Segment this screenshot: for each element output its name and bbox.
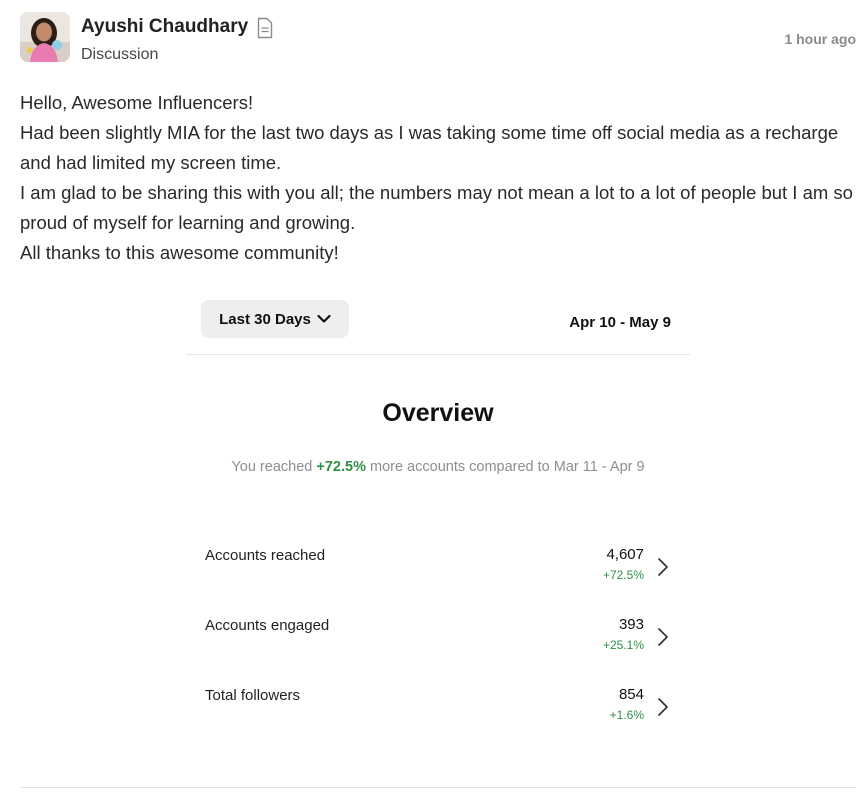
- metric-change: +25.1%: [602, 638, 644, 652]
- metric-change: +1.6%: [609, 708, 644, 722]
- post-header: Ayushi Chaudhary Discussion 1 hour ago: [20, 12, 856, 66]
- author-name[interactable]: Ayushi Chaudhary: [81, 16, 248, 38]
- metric-value: 854: [618, 686, 644, 703]
- chevron-down-icon: [317, 314, 331, 323]
- reach-comparison-note: You reached +72.5% more accounts compare…: [224, 457, 652, 477]
- overview-title: Overview: [382, 399, 494, 427]
- metric-label: Total followers: [205, 687, 301, 704]
- insights-screenshot: Last 30 Days Apr 10 - May 9 Overview You…: [186, 298, 690, 738]
- post-body: Hello, Awesome Influencers! Had been sli…: [20, 88, 856, 268]
- divider: [186, 354, 690, 355]
- metric-row-accounts-reached[interactable]: Accounts reached 4,607 +72.5%: [205, 546, 671, 590]
- reach-note-suffix: more accounts compared to Mar 11 - Apr 9: [365, 459, 645, 475]
- reach-note-prefix: You reached: [231, 459, 317, 475]
- post-paragraph: All thanks to this awesome community!: [20, 242, 339, 263]
- post-paragraph: Had been slightly MIA for the last two d…: [20, 122, 839, 173]
- post-paragraph: I am glad to be sharing this with you al…: [20, 182, 853, 233]
- period-label: Last 30 Days: [219, 310, 311, 328]
- post-timestamp: 1 hour ago: [784, 31, 856, 47]
- document-icon: [257, 17, 273, 39]
- metric-change: +72.5%: [602, 568, 644, 582]
- period-dropdown[interactable]: Last 30 Days: [201, 300, 349, 338]
- avatar[interactable]: [20, 12, 70, 62]
- post-category[interactable]: Discussion: [81, 46, 158, 64]
- chevron-right-icon: [658, 558, 668, 576]
- metric-row-total-followers[interactable]: Total followers 854 +1.6%: [205, 686, 671, 730]
- post-bottom-divider: [20, 787, 856, 788]
- chevron-right-icon: [658, 698, 668, 716]
- metric-value: 393: [618, 616, 644, 633]
- metric-value: 4,607: [606, 546, 644, 563]
- metric-label: Accounts engaged: [205, 617, 330, 634]
- chevron-right-icon: [658, 628, 668, 646]
- metric-row-accounts-engaged[interactable]: Accounts engaged 393 +25.1%: [205, 616, 671, 660]
- date-range: Apr 10 - May 9: [569, 314, 671, 331]
- avatar-image: [20, 12, 70, 62]
- reach-note-percent: +72.5%: [316, 459, 366, 475]
- metric-label: Accounts reached: [205, 547, 326, 564]
- post-paragraph: Hello, Awesome Influencers!: [20, 92, 254, 113]
